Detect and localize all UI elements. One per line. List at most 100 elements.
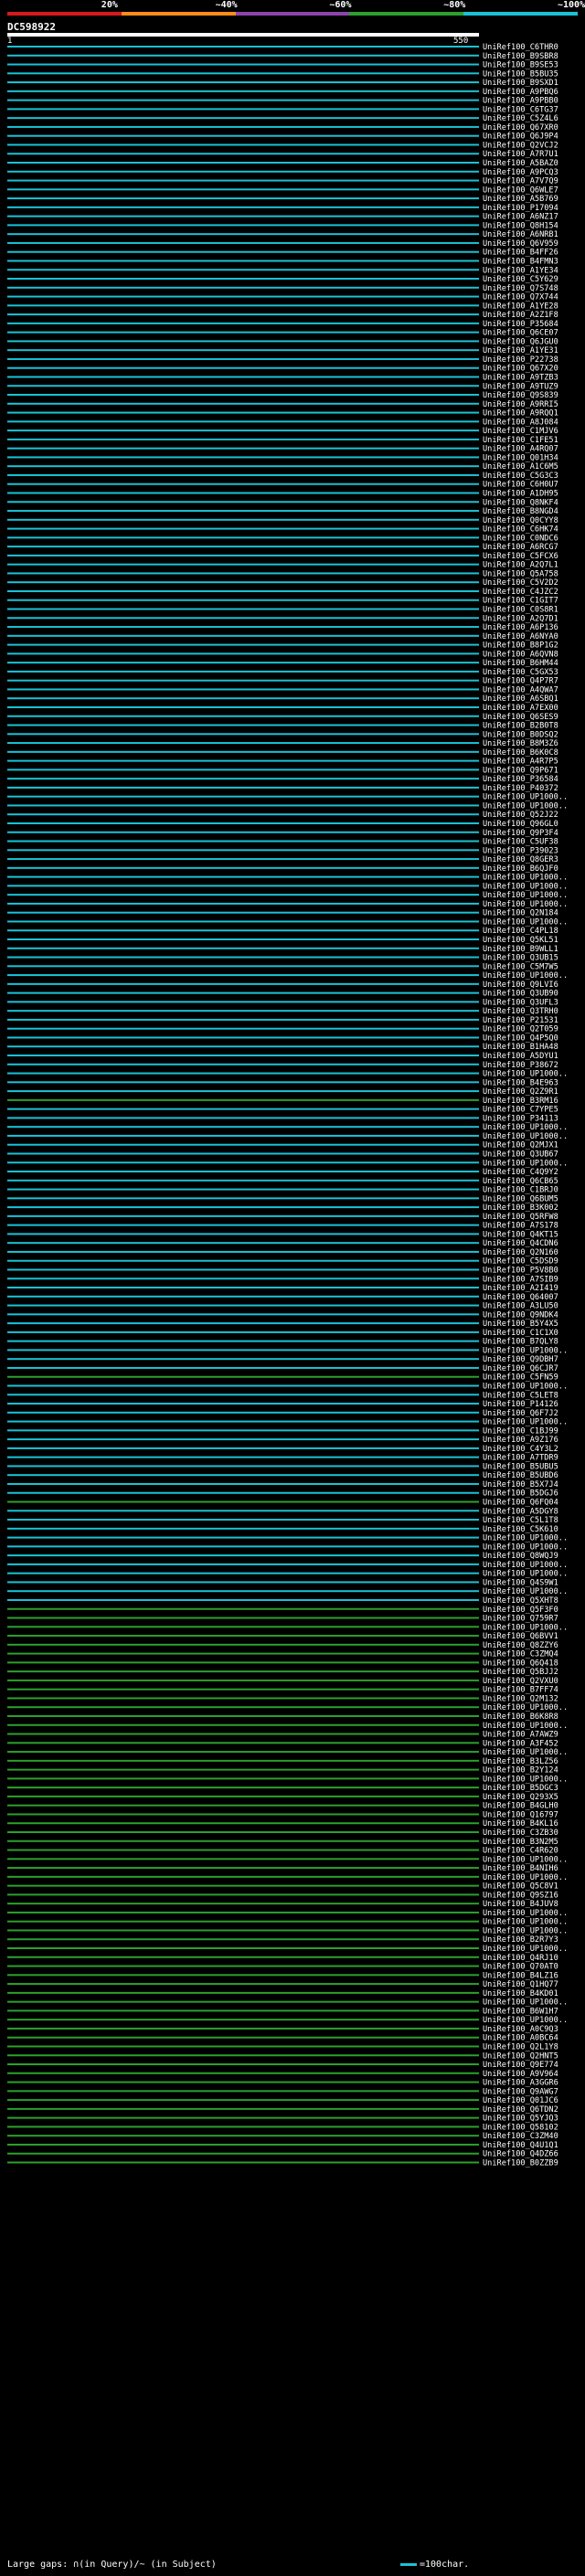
hit-label[interactable]: UniRef100_B3N2M5 xyxy=(483,1838,558,1847)
hit-label[interactable]: UniRef100_UP1000.. xyxy=(483,1926,568,1935)
hit-label[interactable]: UniRef100_C4Y3L2 xyxy=(483,1445,558,1454)
hit-label[interactable]: UniRef100_Q9P671 xyxy=(483,766,558,775)
hit-label[interactable]: UniRef100_Q2L1Y8 xyxy=(483,2042,558,2051)
hit-label[interactable]: UniRef100_B5UBD6 xyxy=(483,1471,558,1480)
hit-label[interactable]: UniRef100_UP1000.. xyxy=(483,1418,568,1427)
hit-label[interactable]: UniRef100_A9Z176 xyxy=(483,1436,558,1445)
hit-label[interactable]: UniRef100_UP1000.. xyxy=(483,2016,568,2025)
hit-label[interactable]: UniRef100_B5UBU5 xyxy=(483,1462,558,1471)
hit-label[interactable]: UniRef100_A9PBB0 xyxy=(483,97,558,106)
hit-label[interactable]: UniRef100_C1BRJ0 xyxy=(483,1186,558,1195)
hit-label[interactable]: UniRef100_P38672 xyxy=(483,1061,558,1070)
hit-label[interactable]: UniRef100_A3LU50 xyxy=(483,1302,558,1311)
hit-label[interactable]: UniRef100_Q6CE07 xyxy=(483,329,558,338)
hit-label[interactable]: UniRef100_P35684 xyxy=(483,320,558,329)
hit-label[interactable]: UniRef100_B8P1G2 xyxy=(483,641,558,651)
hit-label[interactable]: UniRef100_A3GGR6 xyxy=(483,2079,558,2088)
hit-label[interactable]: UniRef100_C5LET8 xyxy=(483,1391,558,1400)
hit-label[interactable]: UniRef100_Q3UFL3 xyxy=(483,998,558,1007)
hit-label[interactable]: UniRef100_B3RM16 xyxy=(483,1097,558,1106)
hit-label[interactable]: UniRef100_UP1000.. xyxy=(483,971,568,981)
hit-label[interactable]: UniRef100_B0ZZB9 xyxy=(483,2158,558,2168)
hit-label[interactable]: UniRef100_Q6V959 xyxy=(483,239,558,249)
hit-label[interactable]: UniRef100_B2Y124 xyxy=(483,1766,558,1776)
hit-label[interactable]: UniRef100_P17094 xyxy=(483,204,558,213)
hit-label[interactable]: UniRef100_A6NZ17 xyxy=(483,213,558,222)
hit-label[interactable]: UniRef100_B8NGD4 xyxy=(483,507,558,516)
hit-label[interactable]: UniRef100_A1YE28 xyxy=(483,302,558,311)
hit-label[interactable]: UniRef100_C7YPE5 xyxy=(483,1106,558,1115)
hit-label[interactable]: UniRef100_B8M3Z6 xyxy=(483,739,558,748)
hit-label[interactable]: UniRef100_B6HM44 xyxy=(483,659,558,668)
hit-label[interactable]: UniRef100_Q4KT15 xyxy=(483,1230,558,1239)
hit-label[interactable]: UniRef100_A5B769 xyxy=(483,195,558,204)
hit-label[interactable]: UniRef100_B7QLY8 xyxy=(483,1338,558,1347)
hit-label[interactable]: UniRef100_C6HK74 xyxy=(483,525,558,535)
hit-label[interactable]: UniRef100_UP1000.. xyxy=(483,801,568,811)
hit-label[interactable]: UniRef100_Q4DZ66 xyxy=(483,2150,558,2159)
hit-label[interactable]: UniRef100_Q6WLE7 xyxy=(483,186,558,195)
hit-label[interactable]: UniRef100_UP1000.. xyxy=(483,793,568,802)
hit-label[interactable]: UniRef100_A1DH95 xyxy=(483,490,558,499)
hit-label[interactable]: UniRef100_C6H0U7 xyxy=(483,481,558,490)
hit-label[interactable]: UniRef100_Q2N160 xyxy=(483,1248,558,1257)
hit-label[interactable]: UniRef100_C5Y629 xyxy=(483,275,558,284)
hit-label[interactable]: UniRef100_Q9DBH7 xyxy=(483,1355,558,1364)
hit-label[interactable]: UniRef100_C0NDC6 xyxy=(483,534,558,543)
hit-label[interactable]: UniRef100_A2I419 xyxy=(483,1284,558,1293)
hit-label[interactable]: UniRef100_Q67XR0 xyxy=(483,123,558,133)
hit-label[interactable]: UniRef100_C6TG37 xyxy=(483,105,558,114)
hit-label[interactable]: UniRef100_Q2M132 xyxy=(483,1694,558,1703)
hit-label[interactable]: UniRef100_B4KD01 xyxy=(483,1989,558,1998)
hit-label[interactable]: UniRef100_Q4U1Q1 xyxy=(483,2141,558,2150)
hit-label[interactable]: UniRef100_C5V2D2 xyxy=(483,578,558,588)
hit-label[interactable]: UniRef100_C1MJV6 xyxy=(483,427,558,436)
hit-label[interactable]: UniRef100_P39023 xyxy=(483,846,558,855)
hit-label[interactable]: UniRef100_A1YE31 xyxy=(483,346,558,355)
hit-label[interactable]: UniRef100_Q2N184 xyxy=(483,909,558,918)
hit-label[interactable]: UniRef100_A2Z1F8 xyxy=(483,311,558,320)
hit-label[interactable]: UniRef100_C5G3C3 xyxy=(483,472,558,481)
hit-label[interactable]: UniRef100_B5DGC3 xyxy=(483,1784,558,1793)
hit-label[interactable]: UniRef100_P40372 xyxy=(483,784,558,793)
hit-label[interactable]: UniRef100_B4LZ16 xyxy=(483,1971,558,1980)
hit-label[interactable]: UniRef100_C1C1X0 xyxy=(483,1329,558,1338)
hit-label[interactable]: UniRef100_A9RRI5 xyxy=(483,400,558,409)
hit-label[interactable]: UniRef100_A9RQQ1 xyxy=(483,409,558,419)
hit-label[interactable]: UniRef100_Q5C8V1 xyxy=(483,1882,558,1892)
hit-label[interactable]: UniRef100_A2Q7D1 xyxy=(483,614,558,623)
hit-label[interactable]: UniRef100_Q8GER3 xyxy=(483,855,558,864)
hit-label[interactable]: UniRef100_UP1000.. xyxy=(483,1561,568,1570)
hit-label[interactable]: UniRef100_UP1000.. xyxy=(483,1918,568,1927)
hit-label[interactable]: UniRef100_Q7S748 xyxy=(483,284,558,293)
hit-label[interactable]: UniRef100_B4GLH0 xyxy=(483,1802,558,1811)
hit-label[interactable]: UniRef100_Q6CJR7 xyxy=(483,1364,558,1373)
hit-label[interactable]: UniRef100_UP1000.. xyxy=(483,1748,568,1757)
hit-label[interactable]: UniRef100_Q1HQ77 xyxy=(483,1980,558,1989)
hit-label[interactable]: UniRef100_UP1000.. xyxy=(483,900,568,909)
hit-label[interactable]: UniRef100_Q70AT0 xyxy=(483,1963,558,1972)
hit-label[interactable]: UniRef100_B4E963 xyxy=(483,1078,558,1087)
hit-label[interactable]: UniRef100_C4R620 xyxy=(483,1847,558,1856)
hit-label[interactable]: UniRef100_B4NIH6 xyxy=(483,1864,558,1873)
hit-label[interactable]: UniRef100_A9V964 xyxy=(483,2070,558,2079)
hit-label[interactable]: UniRef100_Q7X744 xyxy=(483,293,558,302)
hit-label[interactable]: UniRef100_Q6BUM5 xyxy=(483,1194,558,1203)
hit-label[interactable]: UniRef100_A2Q7L1 xyxy=(483,561,558,570)
hit-label[interactable]: UniRef100_A7R7U1 xyxy=(483,150,558,159)
hit-label[interactable]: UniRef100_B6QJF0 xyxy=(483,864,558,874)
hit-label[interactable]: UniRef100_Q759R7 xyxy=(483,1615,558,1624)
hit-label[interactable]: UniRef100_A1YE34 xyxy=(483,266,558,275)
hit-label[interactable]: UniRef100_Q6Q418 xyxy=(483,1659,558,1668)
hit-label[interactable]: UniRef100_C3ZB30 xyxy=(483,1829,558,1838)
hit-label[interactable]: UniRef100_Q2VXU0 xyxy=(483,1677,558,1686)
hit-label[interactable]: UniRef100_A5DGY8 xyxy=(483,1507,558,1516)
hit-label[interactable]: UniRef100_B7FF74 xyxy=(483,1686,558,1695)
hit-label[interactable]: UniRef100_Q9LVI6 xyxy=(483,981,558,990)
hit-label[interactable]: UniRef100_Q5XHT8 xyxy=(483,1596,558,1606)
hit-label[interactable]: UniRef100_B6W1H7 xyxy=(483,2007,558,2016)
hit-label[interactable]: UniRef100_Q6FQ04 xyxy=(483,1499,558,1508)
hit-label[interactable]: UniRef100_A9TZB3 xyxy=(483,373,558,382)
hit-label[interactable]: UniRef100_A6P136 xyxy=(483,623,558,632)
hit-label[interactable]: UniRef100_B4KL16 xyxy=(483,1819,558,1829)
